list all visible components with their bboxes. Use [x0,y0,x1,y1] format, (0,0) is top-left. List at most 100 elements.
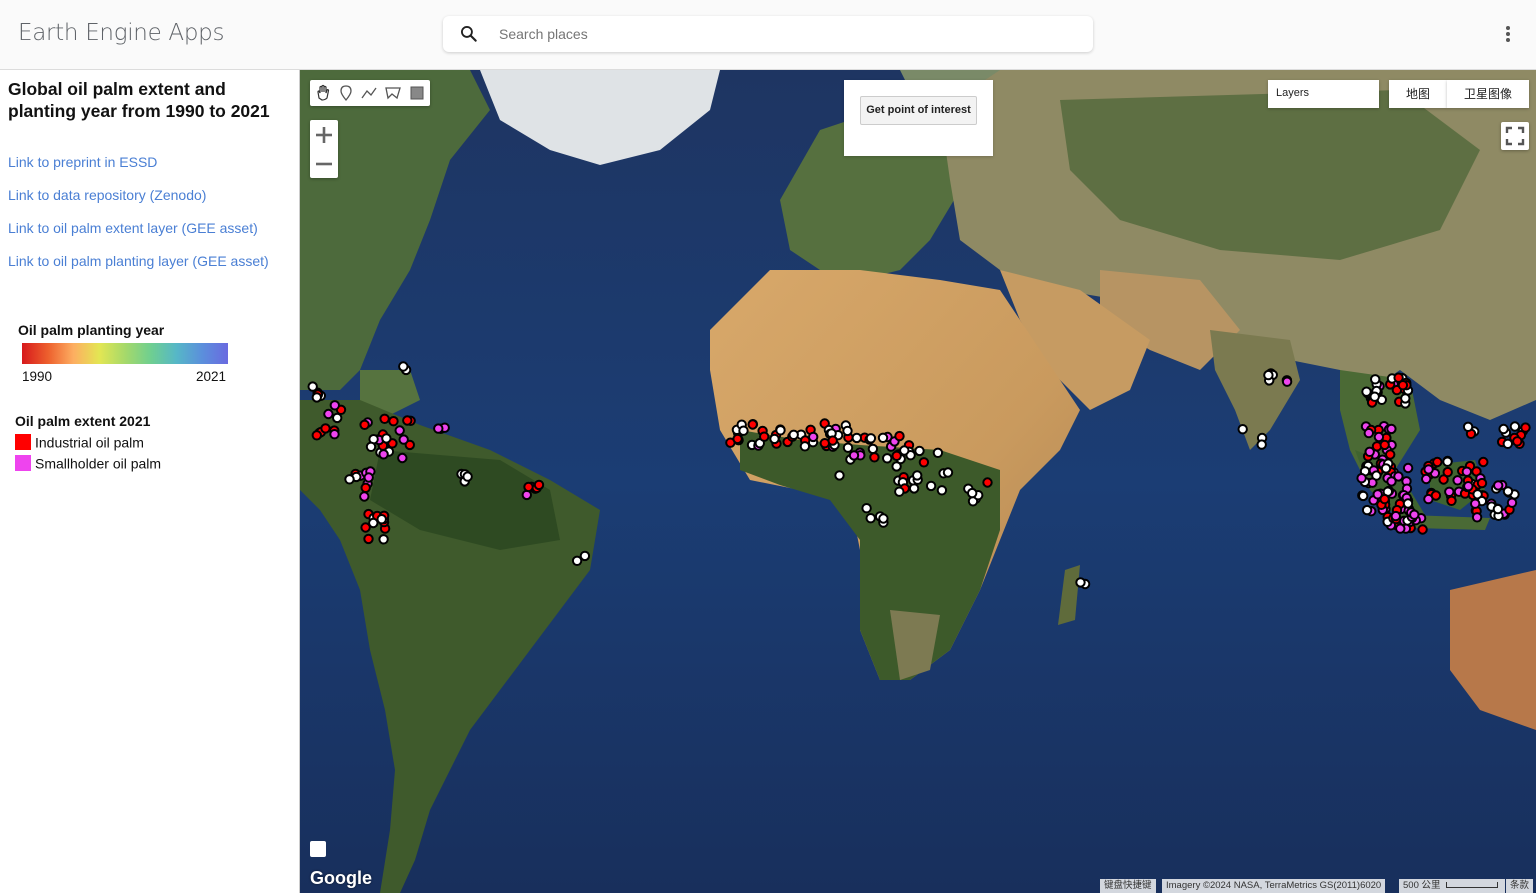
oil-palm-point [848,450,860,461]
oil-palm-point [1237,424,1248,435]
oil-palm-point [1402,498,1414,509]
oil-palm-point [799,441,811,452]
map-type-satellite-button[interactable]: 卫星图像 [1447,80,1529,108]
oil-palm-point [402,415,413,426]
oil-palm-point [1380,463,1392,474]
app-title[interactable]: Earth Engine Apps [18,20,224,46]
oil-palm-point [376,514,387,525]
zoom-out-button[interactable] [310,149,338,178]
oil-palm-point [1369,391,1380,402]
link-planting-layer[interactable]: Link to oil palm planting layer (GEE ass… [8,253,269,269]
oil-palm-point [1476,477,1488,489]
pan-hand-icon[interactable] [313,83,333,103]
search-input[interactable] [497,22,1077,46]
zoom-in-button[interactable] [310,120,338,149]
zoom-controls [310,120,338,178]
oil-palm-point [759,431,770,442]
layers-dropdown[interactable]: Layers [1268,80,1379,108]
oil-palm-point [1379,439,1390,451]
oil-palm-point [851,432,862,444]
oil-palm-point [1492,503,1504,515]
oil-palm-point [1390,510,1402,522]
oil-palm-point [1438,474,1449,485]
oil-palm-point [1470,498,1481,509]
oil-palm-point [397,452,408,464]
oil-palm-point [1502,486,1514,497]
map-checkbox[interactable] [310,841,326,857]
oil-palm-point [329,429,340,440]
oil-palm-point [925,480,937,492]
oil-palm-point [1379,493,1390,505]
oil-palm-point [1256,439,1267,450]
oil-palm-point [1075,577,1086,588]
oil-palm-point [323,408,334,420]
oil-palm-point [936,485,948,496]
map-canvas[interactable]: Get point of interest Layers 地图 卫星图像 Goo… [300,70,1536,893]
oil-palm-point [1402,462,1414,474]
oil-palm-point [344,474,355,485]
oil-palm-point [827,435,838,446]
oil-palm-point [311,392,322,403]
oil-palm-point [1370,374,1381,385]
oil-palm-point [877,432,889,443]
oil-palm-point [311,430,322,441]
oil-palm-point [891,450,902,461]
fullscreen-icon[interactable] [1501,122,1529,150]
oil-palm-point [1281,376,1293,387]
oil-palm-point [1430,490,1442,501]
oil-palm-point [1373,431,1385,443]
search-box[interactable] [443,16,1093,52]
oil-palm-point [378,534,389,545]
oil-palm-point [523,481,534,493]
oil-palm-point [332,412,343,424]
oil-palm-point [1512,436,1523,447]
oil-palm-point [1444,486,1455,497]
oil-palm-point [1361,504,1373,516]
top-bar: Earth Engine Apps [0,0,1536,70]
link-preprint-essd[interactable]: Link to preprint in ESSD [8,154,157,170]
scale-line [1446,882,1499,889]
oil-palm-point [967,487,978,499]
more-menu-icon[interactable] [1498,24,1518,48]
scale-bar[interactable]: 500 公里 [1399,879,1505,893]
poi-panel: Get point of interest [844,80,993,156]
link-data-repository[interactable]: Link to data repository (Zenodo) [8,187,206,203]
oil-palm-point [842,425,853,437]
oil-palm-point [1478,456,1489,468]
oil-palm-point [571,555,583,566]
oil-palm-point [918,457,930,468]
side-panel: Global oil palm extent and planting year… [0,70,300,893]
planting-year-gradient [22,343,228,364]
oil-palm-point [533,479,545,491]
oil-palm-point [1393,471,1404,482]
oil-palm-point [747,419,758,430]
google-logo: Google [310,868,372,888]
oil-palm-point [1442,456,1453,467]
oil-palm-point [1393,372,1404,383]
oil-palm-point [329,400,340,411]
oil-palm-point [1463,481,1474,492]
oil-palm-point [1498,423,1509,435]
oil-palm-point [359,419,370,430]
oil-palm-point [869,452,880,463]
get-point-of-interest-button[interactable]: Get point of interest [860,96,977,125]
oil-palm-point [398,361,409,372]
link-extent-layer[interactable]: Link to oil palm extent layer (GEE asset… [8,220,258,236]
point-marker-icon[interactable] [336,83,356,103]
oil-palm-point [398,434,409,445]
scale-label: 500 公里 [1403,880,1441,891]
oil-palm-point [982,477,993,488]
keyboard-shortcuts-link[interactable]: 键盘快捷键 [1100,879,1156,893]
terms-link[interactable]: 条款 [1506,879,1534,893]
oil-palm-point [908,483,920,494]
planting-legend-title: Oil palm planting year [18,322,165,338]
line-draw-icon[interactable] [359,83,379,103]
oil-palm-point [1361,386,1372,397]
polygon-draw-icon[interactable] [383,83,403,103]
extent-legend-title: Oil palm extent 2021 [15,413,151,429]
oil-palm-point [1400,393,1411,404]
oil-palm-point [368,517,379,529]
legend-item-smallholder: Smallholder oil palm [15,454,161,472]
map-type-map-button[interactable]: 地图 [1389,80,1447,108]
rectangle-draw-icon[interactable] [407,83,427,103]
